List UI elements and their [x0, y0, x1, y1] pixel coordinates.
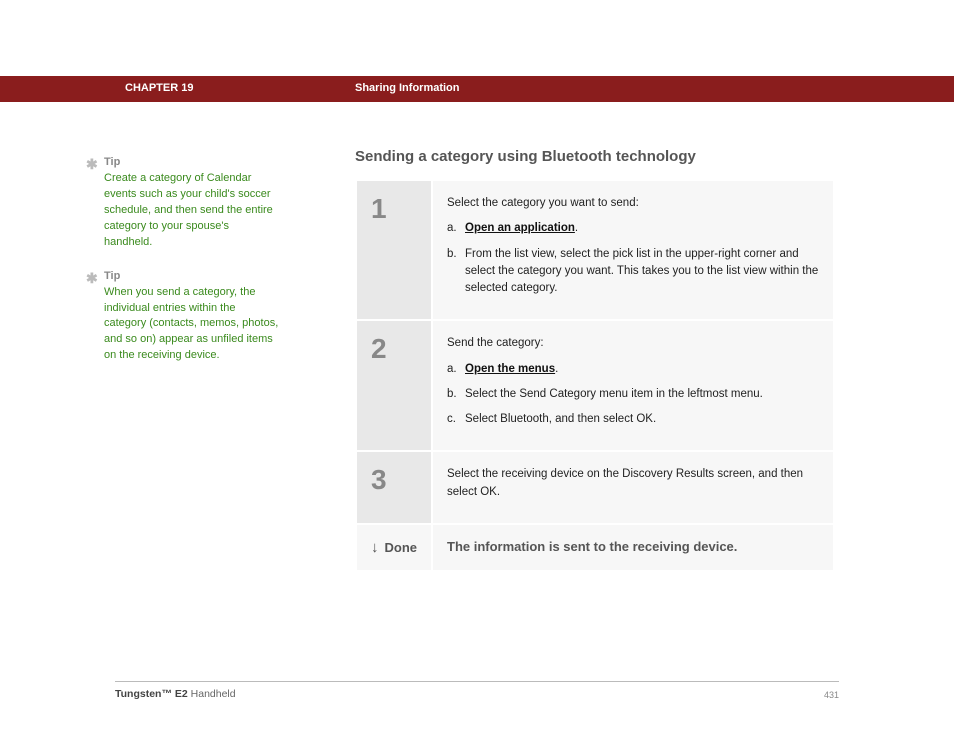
- step-number: 2: [356, 320, 432, 451]
- asterisk-icon: ✱: [86, 268, 98, 288]
- step-body: Select the receiving device on the Disco…: [432, 451, 834, 524]
- chapter-title: Sharing Information: [355, 82, 460, 94]
- substep: b. Select the Send Category menu item in…: [447, 386, 819, 403]
- steps-table: 1 Select the category you want to send: …: [355, 179, 835, 572]
- step-intro: Send the category:: [447, 335, 819, 352]
- step-row: 1 Select the category you want to send: …: [356, 180, 834, 320]
- tip-label: ✱ Tip: [104, 155, 279, 171]
- sidebar-tips: ✱ Tip Create a category of Calendar even…: [104, 155, 279, 382]
- asterisk-icon: ✱: [86, 154, 98, 174]
- done-label: Done: [385, 540, 418, 555]
- step-row: 2 Send the category: a. Open the menus. …: [356, 320, 834, 451]
- tip-label: ✱ Tip: [104, 269, 279, 285]
- step-body: Select the category you want to send: a.…: [432, 180, 834, 320]
- footer-product: Tungsten™ E2 Handheld: [115, 688, 236, 700]
- open-application-link[interactable]: Open an application: [465, 222, 575, 234]
- substep: a. Open an application.: [447, 220, 819, 237]
- tip-body: Create a category of Calendar events suc…: [104, 171, 279, 251]
- chapter-label: CHAPTER 19: [125, 82, 193, 94]
- step-intro: Select the category you want to send:: [447, 195, 819, 212]
- substep: b. From the list view, select the pick l…: [447, 246, 819, 298]
- chapter-header: CHAPTER 19 Sharing Information: [0, 76, 954, 102]
- done-text-cell: The information is sent to the receiving…: [432, 524, 834, 571]
- tip-block: ✱ Tip When you send a category, the indi…: [104, 269, 279, 365]
- page-number: 431: [824, 690, 839, 700]
- done-text: The information is sent to the receiving…: [447, 539, 737, 554]
- section-title: Sending a category using Bluetooth techn…: [355, 148, 835, 165]
- step-intro: Select the receiving device on the Disco…: [447, 466, 819, 501]
- done-row: ↓ Done The information is sent to the re…: [356, 524, 834, 571]
- done-cell: ↓ Done: [356, 524, 432, 571]
- footer-divider: [115, 681, 839, 682]
- main-content: Sending a category using Bluetooth techn…: [355, 148, 835, 572]
- substep: a. Open the menus.: [447, 361, 819, 378]
- done-arrow-icon: ↓: [371, 539, 379, 556]
- step-body: Send the category: a. Open the menus. b.…: [432, 320, 834, 451]
- step-row: 3 Select the receiving device on the Dis…: [356, 451, 834, 524]
- step-number: 3: [356, 451, 432, 524]
- substep: c. Select Bluetooth, and then select OK.: [447, 411, 819, 428]
- tip-body: When you send a category, the individual…: [104, 285, 279, 365]
- step-number: 1: [356, 180, 432, 320]
- open-menus-link[interactable]: Open the menus: [465, 363, 555, 375]
- tip-block: ✱ Tip Create a category of Calendar even…: [104, 155, 279, 251]
